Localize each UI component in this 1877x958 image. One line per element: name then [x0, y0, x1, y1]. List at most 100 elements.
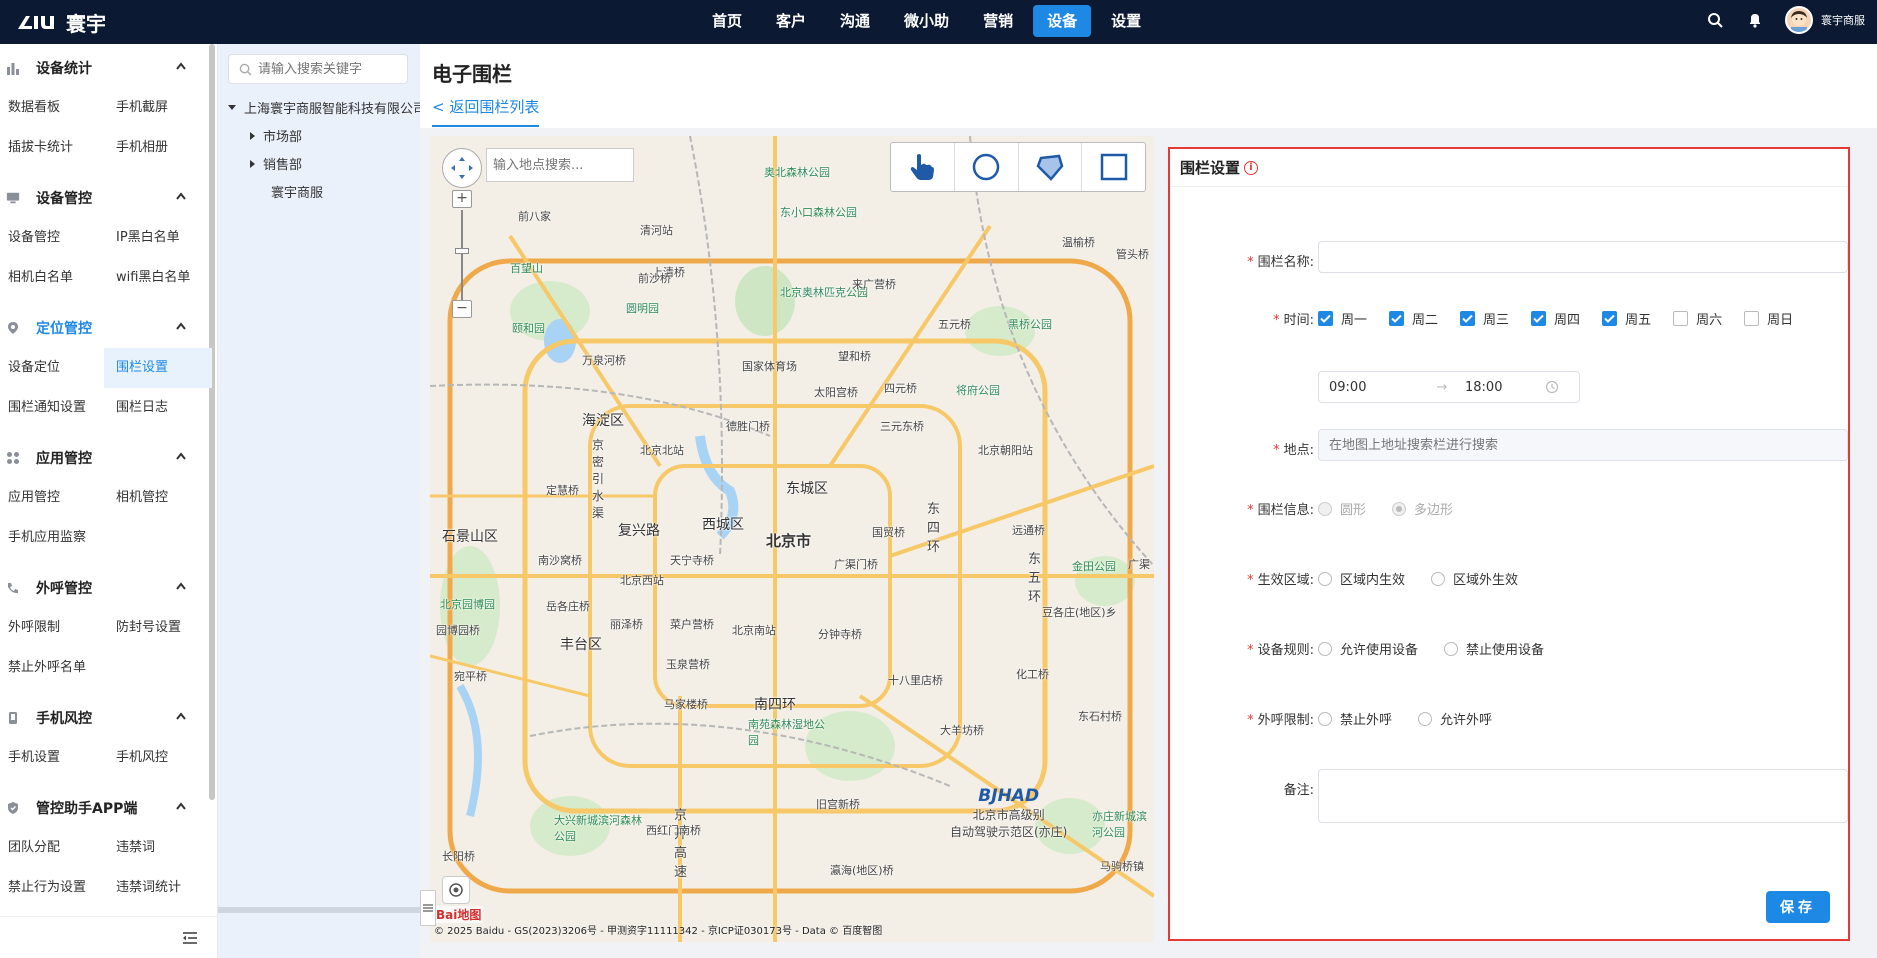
tree-horizontal-scrollbar[interactable]	[218, 907, 420, 913]
map-search-input[interactable]	[493, 157, 629, 173]
caret-right-icon[interactable]	[250, 131, 255, 140]
call-allow[interactable]: 允许外呼	[1418, 709, 1492, 728]
map-pan-control[interactable]	[442, 148, 482, 188]
checkbox-unchecked[interactable]	[1673, 311, 1689, 326]
search-icon[interactable]	[1705, 10, 1725, 30]
weekday-tue[interactable]: 周二	[1389, 309, 1438, 328]
zone-inside[interactable]: 区域内生效	[1318, 569, 1405, 588]
device-allow[interactable]: 允许使用设备	[1318, 639, 1418, 658]
nav-assistant[interactable]: 微小助	[890, 5, 963, 37]
sidebar-item-fence-log[interactable]: 围栏日志	[108, 388, 212, 428]
weekday-fri[interactable]: 周五	[1602, 309, 1651, 328]
zoom-track[interactable]	[461, 210, 463, 300]
caret-right-icon[interactable]	[250, 159, 255, 168]
sidebar-group-device-stats[interactable]: 设备统计	[0, 48, 206, 88]
zoom-slider-handle[interactable]	[455, 248, 469, 254]
tree-node-sales[interactable]: 销售部	[250, 154, 302, 173]
nav-devices[interactable]: 设备	[1033, 5, 1092, 37]
locate-button[interactable]	[442, 876, 470, 904]
checkbox-checked[interactable]	[1531, 311, 1547, 326]
sidebar-item-wifi-list[interactable]: wifi黑白名单	[108, 258, 212, 298]
sidebar-item-camera-control[interactable]: 相机管控	[108, 478, 212, 518]
user-name[interactable]: 寰宇商服	[1821, 12, 1865, 28]
sidebar-group-app-assistant[interactable]: 管控助手APP端	[0, 788, 206, 828]
draw-tool-rectangle[interactable]	[1082, 143, 1145, 191]
sidebar-item-app-monitor[interactable]: 手机应用监察	[0, 518, 140, 558]
tree-search-box[interactable]	[228, 54, 408, 84]
nav-marketing[interactable]: 营销	[969, 5, 1027, 37]
tree-node-huanyu[interactable]: 寰宇商服	[271, 182, 323, 201]
tree-search-input[interactable]	[258, 61, 398, 77]
checkbox-checked[interactable]	[1389, 311, 1405, 326]
tree-node-market[interactable]: 市场部	[250, 126, 302, 145]
tree-node-root[interactable]: 上海寰宇商服智能科技有限公司	[228, 98, 420, 117]
checkbox-checked[interactable]	[1460, 311, 1476, 326]
note-textarea[interactable]	[1318, 769, 1848, 823]
fence-name-input[interactable]	[1318, 241, 1848, 273]
zone-outside[interactable]: 区域外生效	[1431, 569, 1518, 588]
sidebar-item-phone-settings[interactable]: 手机设置	[0, 738, 104, 778]
sidebar-item-ip-list[interactable]: IP黑白名单	[108, 218, 212, 258]
weekday-mon[interactable]: 周一	[1318, 309, 1367, 328]
weekday-wed[interactable]: 周三	[1460, 309, 1509, 328]
radio-unchecked[interactable]	[1418, 711, 1433, 726]
save-button[interactable]: 保存	[1766, 891, 1830, 923]
draw-tool-circle[interactable]	[955, 143, 1019, 191]
sidebar-item-banned-words[interactable]: 违禁词	[108, 828, 212, 868]
sidebar-item-camera-whitelist[interactable]: 相机白名单	[0, 258, 104, 298]
sidebar-item-screenshot[interactable]: 手机截屏	[108, 88, 212, 128]
sidebar-item-anti-ban[interactable]: 防封号设置	[108, 608, 212, 648]
sidebar-item-device-control[interactable]: 设备管控	[0, 218, 104, 258]
weekday-sat[interactable]: 周六	[1673, 309, 1722, 328]
draw-tool-pointer[interactable]	[891, 143, 955, 191]
nav-home[interactable]: 首页	[698, 5, 756, 37]
call-forbid[interactable]: 禁止外呼	[1318, 709, 1392, 728]
checkbox-unchecked[interactable]	[1744, 311, 1760, 326]
user-avatar[interactable]	[1785, 6, 1813, 34]
weekday-sun[interactable]: 周日	[1744, 309, 1793, 328]
sidebar-item-sim-stats[interactable]: 插拔卡统计	[0, 128, 104, 168]
device-forbid[interactable]: 禁止使用设备	[1444, 639, 1544, 658]
radio-unchecked[interactable]	[1318, 571, 1332, 586]
time-end[interactable]: 18:00	[1455, 380, 1545, 395]
checkbox-checked[interactable]	[1602, 311, 1618, 326]
sidebar-item-fence-notify[interactable]: 围栏通知设置	[0, 388, 104, 428]
sidebar-item-team-assign[interactable]: 团队分配	[0, 828, 104, 868]
sidebar-item-app-control[interactable]: 应用管控	[0, 478, 104, 518]
sidebar-group-app-control[interactable]: 应用管控	[0, 438, 206, 478]
radio-unchecked[interactable]	[1431, 571, 1446, 586]
radio-unchecked[interactable]	[1318, 711, 1332, 726]
caret-down-icon[interactable]	[228, 105, 236, 110]
nav-customers[interactable]: 客户	[762, 5, 820, 37]
sidebar-item-banned-behavior[interactable]: 禁止行为设置	[0, 868, 104, 908]
sidebar-item-call-limit[interactable]: 外呼限制	[0, 608, 104, 648]
sidebar-item-album[interactable]: 手机相册	[108, 128, 212, 168]
time-start[interactable]: 09:00	[1319, 380, 1429, 395]
zoom-out-button[interactable]: −	[452, 300, 472, 318]
sidebar-group-location-control[interactable]: 定位管控	[0, 308, 206, 348]
zoom-in-button[interactable]: +	[452, 190, 472, 208]
nav-settings[interactable]: 设置	[1097, 5, 1155, 37]
map-view[interactable]: 北京市 海淀区 东城区 西城区 石景山区 丰台区 复兴路 南四环 奥北森林公园 …	[430, 136, 1154, 942]
nav-communication[interactable]: 沟通	[826, 5, 884, 37]
bell-icon[interactable]	[1745, 10, 1765, 30]
sidebar-group-phone-risk[interactable]: 手机风控	[0, 698, 206, 738]
collapse-menu-icon[interactable]	[182, 931, 198, 945]
sidebar-item-device-location[interactable]: 设备定位	[0, 348, 104, 388]
weekday-thu[interactable]: 周四	[1531, 309, 1580, 328]
brand-logo[interactable]: 寰宇	[14, 8, 106, 37]
map-search-box[interactable]	[486, 148, 634, 182]
draw-tool-polygon[interactable]	[1019, 143, 1083, 191]
sidebar-item-phone-risk[interactable]: 手机风控	[108, 738, 212, 778]
sidebar-group-call-control[interactable]: 外呼管控	[0, 568, 206, 608]
sidebar-group-device-control[interactable]: 设备管控	[0, 178, 206, 218]
checkbox-checked[interactable]	[1318, 311, 1333, 326]
sidebar-item-dashboard[interactable]: 数据看板	[0, 88, 104, 128]
radio-unchecked[interactable]	[1444, 641, 1459, 656]
map-list-toggle[interactable]	[420, 890, 436, 926]
back-to-fence-list-link[interactable]: < 返回围栏列表	[432, 96, 540, 127]
info-icon[interactable]: i	[1244, 160, 1259, 175]
sidebar-item-banned-word-stats[interactable]: 违禁词统计	[108, 868, 212, 908]
sidebar-item-call-blacklist[interactable]: 禁止外呼名单	[0, 648, 140, 688]
sidebar-item-fence-settings[interactable]: 围栏设置	[104, 348, 212, 388]
